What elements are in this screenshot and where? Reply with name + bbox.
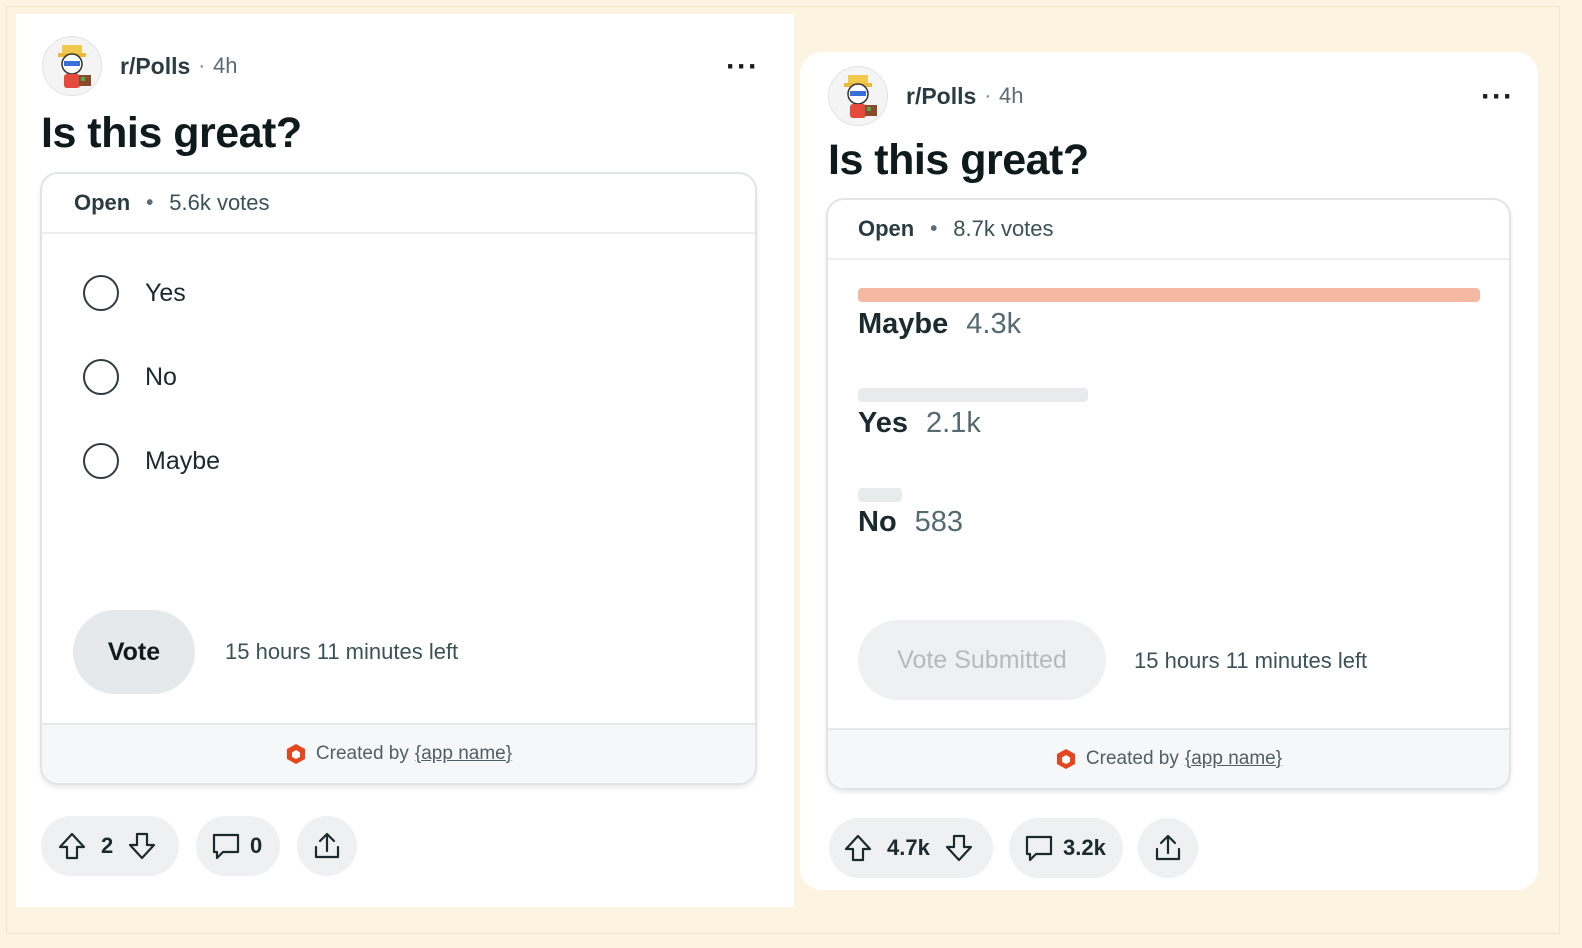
comment-count: 3.2k <box>1063 835 1106 860</box>
separator-dot: · <box>198 54 205 77</box>
poll-post-results: r/Polls · 4h ··· Is this great? Open • 8… <box>800 52 1538 890</box>
result-row-no: No 583 <box>858 506 963 539</box>
poll-option-yes[interactable]: Yes <box>83 275 186 311</box>
result-count: 583 <box>914 506 964 538</box>
option-label: Yes <box>145 278 186 307</box>
vote-button[interactable]: Vote <box>73 610 195 694</box>
vote-count: 5.6k votes <box>169 190 270 215</box>
vote-submitted-button: Vote Submitted <box>858 620 1106 700</box>
share-icon <box>1155 834 1181 861</box>
option-label: Maybe <box>145 446 221 475</box>
created-by-label: Created by <box>1085 748 1179 769</box>
post-header: r/Polls · 4h <box>828 66 1023 126</box>
radio-button[interactable] <box>83 275 119 311</box>
poll-card: Open • 8.7k votes Maybe 4.3k Yes 2.1k No… <box>826 198 1511 790</box>
post-title: Is this great? <box>41 109 302 157</box>
comment-icon <box>1025 835 1053 862</box>
poll-option-no[interactable]: No <box>83 359 177 395</box>
share-button[interactable] <box>1138 818 1198 878</box>
subreddit-avatar[interactable] <box>42 36 102 96</box>
poll-meta: Open • 5.6k votes <box>42 174 755 234</box>
snoo-avatar-icon <box>58 45 91 88</box>
poll-option-maybe[interactable]: Maybe <box>83 443 220 479</box>
poll-footer: Created by {app name} <box>828 728 1509 788</box>
time-remaining: 15 hours 11 minutes left <box>225 639 459 664</box>
result-label: Maybe <box>858 308 949 340</box>
poll-status: Open <box>858 216 915 241</box>
comments-button[interactable]: 3.2k <box>1009 818 1123 878</box>
app-name-link[interactable]: {app name} <box>1185 748 1282 770</box>
downvote-icon[interactable] <box>944 833 974 863</box>
radio-button[interactable] <box>83 359 119 395</box>
vote-controls: 2 <box>41 816 179 876</box>
downvote-icon[interactable] <box>127 831 157 861</box>
result-row-maybe: Maybe 4.3k <box>858 308 1021 341</box>
upvote-icon[interactable] <box>843 833 873 863</box>
result-bar-yes <box>858 388 1088 402</box>
result-bar-maybe <box>858 288 1480 302</box>
separator-dot: · <box>984 84 991 107</box>
upvote-count: 4.7k <box>887 835 930 860</box>
app-name-link[interactable]: {app name} <box>415 743 512 765</box>
poll-meta: Open • 8.7k votes <box>828 200 1509 260</box>
subreddit-avatar[interactable] <box>828 66 888 126</box>
subreddit-name[interactable]: r/Polls <box>120 53 190 80</box>
snoo-avatar-icon <box>844 75 877 118</box>
result-count: 2.1k <box>926 407 981 439</box>
result-label: Yes <box>858 407 908 439</box>
post-age: 4h <box>212 53 238 78</box>
more-options-button[interactable]: ··· <box>726 52 759 82</box>
poll-status: Open <box>74 190 131 215</box>
poll-footer: Created by {app name} <box>42 723 755 783</box>
time-remaining: 15 hours 11 minutes left <box>1134 648 1368 673</box>
result-row-yes: Yes 2.1k <box>858 407 981 440</box>
vote-controls: 4.7k <box>829 818 993 878</box>
comment-icon <box>212 833 240 860</box>
share-icon <box>314 832 340 859</box>
share-button[interactable] <box>297 816 357 876</box>
app-brand-icon <box>1056 749 1075 769</box>
result-label: No <box>858 506 897 538</box>
option-label: No <box>145 362 177 391</box>
post-header: r/Polls · 4h <box>42 36 237 96</box>
app-brand-icon <box>286 744 305 764</box>
more-options-button[interactable]: ··· <box>1481 82 1514 112</box>
comment-count: 0 <box>250 833 263 858</box>
vote-count: 8.7k votes <box>953 216 1054 241</box>
post-title: Is this great? <box>828 136 1089 184</box>
upvote-icon[interactable] <box>57 831 87 861</box>
result-count: 4.3k <box>966 308 1022 340</box>
upvote-count: 2 <box>101 833 114 858</box>
comments-button[interactable]: 0 <box>196 816 280 876</box>
poll-card: Open • 5.6k votes Yes No Maybe Vote 15 h… <box>40 172 757 785</box>
poll-post-unvoted: r/Polls · 4h ··· Is this great? Open • 5… <box>16 14 794 907</box>
separator-dot: • <box>146 191 154 214</box>
radio-button[interactable] <box>83 443 119 479</box>
result-bar-no <box>858 488 902 502</box>
separator-dot: • <box>930 217 938 240</box>
created-by-label: Created by <box>315 743 409 764</box>
post-age: 4h <box>998 83 1024 108</box>
subreddit-name[interactable]: r/Polls <box>906 83 976 110</box>
